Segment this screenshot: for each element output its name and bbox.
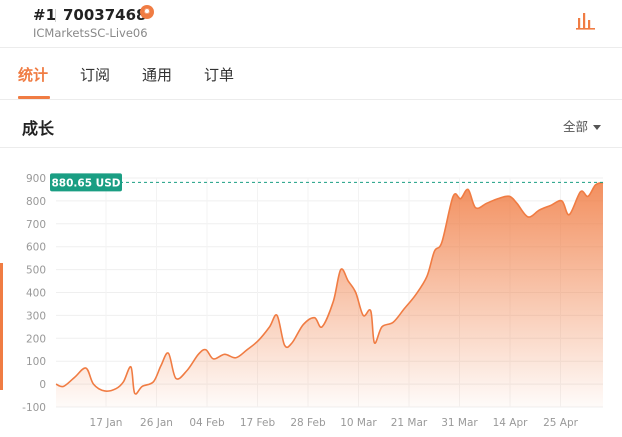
x-tick-label: 14 Apr (493, 417, 529, 429)
growth-chart: 900 800 700 600 500 400 300 200 100 0 -100 17 Jan 26… (0, 150, 622, 437)
account-number: 70037468 (63, 6, 147, 24)
y-tick-label: -100 (22, 402, 46, 414)
y-tick-label: 100 (26, 356, 46, 368)
tab-subscribe[interactable]: 订阅 (80, 64, 110, 85)
growth-section-header: 成长 全部 (0, 100, 622, 148)
y-tick-label: 200 (26, 333, 46, 345)
caret-down-icon (593, 125, 602, 130)
y-tick-label: 600 (26, 242, 46, 254)
bar-chart-icon[interactable] (575, 9, 597, 31)
y-tick-label: 500 (26, 265, 46, 277)
x-tick-label: 21 Mar (391, 417, 428, 429)
x-tick-label: 28 Feb (290, 417, 326, 429)
x-tick-label: 31 Mar (441, 417, 478, 429)
current-value-label: 880.65 USD (52, 177, 121, 189)
y-tick-label: 300 (26, 310, 46, 322)
y-tick-label: 0 (39, 379, 46, 391)
x-tick-label: 17 Feb (240, 417, 276, 429)
x-tick-label: 17 Jan (90, 417, 123, 429)
tab-bar: 统计 订阅 通用 订单 (0, 48, 622, 100)
x-tick-label: 04 Feb (189, 417, 225, 429)
x-tick-label: 10 Mar (340, 417, 377, 429)
account-header: #1 70037468 ✹ ICMarketsSC-Live06 (0, 0, 622, 48)
y-tick-label: 900 (26, 173, 46, 185)
growth-area-fill (56, 182, 603, 407)
x-tick-label: 26 Jan (140, 417, 173, 429)
rank-label: #1 (33, 6, 57, 24)
range-filter-label: 全部 (563, 119, 589, 134)
y-tick-label: 800 (26, 196, 46, 208)
y-tick-label: 700 (26, 219, 46, 231)
tab-orders[interactable]: 订单 (204, 64, 234, 85)
range-filter-dropdown[interactable]: 全部 (563, 116, 602, 135)
tab-general[interactable]: 通用 (142, 64, 172, 85)
page: #1 70037468 ✹ ICMarketsSC-Live06 统计 订阅 通… (0, 0, 622, 437)
active-tab-indicator (18, 96, 50, 99)
section-title: 成长 (22, 119, 55, 138)
server-name: ICMarketsSC-Live06 (33, 26, 148, 40)
y-tick-label: 400 (26, 288, 46, 300)
x-tick-label: 25 Apr (543, 417, 579, 429)
tab-statistics[interactable]: 统计 (18, 64, 48, 85)
fire-icon: ✹ (140, 5, 154, 19)
growth-chart-svg: 900 800 700 600 500 400 300 200 100 0 -100 17 Jan 26… (22, 173, 604, 429)
header-divider (55, 9, 56, 22)
